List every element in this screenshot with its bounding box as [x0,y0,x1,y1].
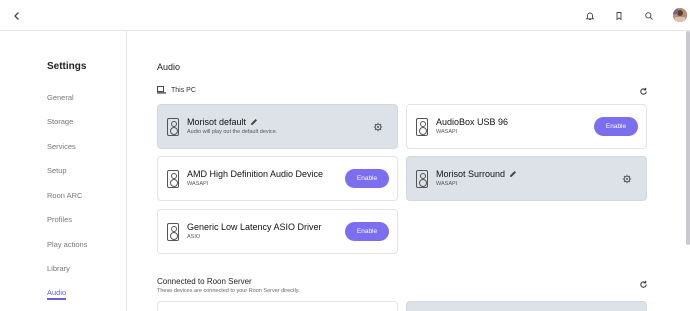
speaker-icon [416,118,428,136]
device-name-row: Morisot Surround [436,169,517,179]
device-subtitle: ASIO [187,234,201,240]
speaker-icon [167,223,179,241]
gear-icon[interactable] [622,174,632,184]
enable-button[interactable]: Enable [345,169,389,188]
device-name: Generic Low Latency ASIO Driver [187,222,322,232]
sidebar-item-general[interactable]: General [47,93,74,102]
gear-icon[interactable] [373,122,383,132]
pc-icon [157,86,166,94]
avatar[interactable] [673,8,687,22]
notifications-button[interactable] [582,8,598,24]
enable-button[interactable]: Enable [594,117,638,136]
bookmarks-button[interactable] [611,8,627,24]
sidebar-item-services[interactable]: Services [47,142,76,151]
device-subtitle: Audio will play out the default device. [187,129,278,135]
device-card-generic-asio[interactable]: Generic Low Latency ASIO Driver ASIO Ena… [157,209,398,254]
speaker-icon [416,170,428,188]
search-icon [645,12,653,20]
page-title: Audio [157,62,181,72]
device-subtitle: WASAPI [436,181,458,187]
device-name: AudioBox USB 96 [436,117,509,127]
bookmark-icon [616,12,622,21]
search-button[interactable] [641,8,657,24]
server-section-title: Connected to Roon Server [157,277,252,286]
device-subtitle: WASAPI [187,181,209,187]
server-device-card[interactable] [406,301,647,311]
sidebar-item-play-actions[interactable]: Play actions [47,240,87,249]
speaker-icon [167,170,179,188]
sidebar-item-profiles[interactable]: Profiles [47,215,72,224]
enable-button[interactable]: Enable [345,222,389,241]
sidebar-title: Settings [47,61,87,72]
device-card-morisot-default[interactable]: Morisot default Audio will play out the … [157,104,398,149]
device-name-row: Morisot default [187,117,258,127]
sidebar-item-roon-arc[interactable]: Roon ARC [47,191,82,200]
device-card-morisot-surround[interactable]: Morisot Surround WASAPI [406,156,647,201]
device-name: Morisot default [187,117,247,127]
server-device-card[interactable] [157,301,398,311]
device-name: AMD High Definition Audio Device [187,169,324,179]
device-subtitle: WASAPI [436,129,458,135]
refresh-icon[interactable] [639,280,648,289]
chevron-left-icon [14,12,19,20]
sidebar-item-library[interactable]: Library [47,264,70,273]
speaker-icon [167,118,179,136]
active-indicator [47,298,66,300]
refresh-icon[interactable] [639,87,648,96]
scrollbar[interactable] [686,31,690,245]
settings-sidebar: Settings General Storage Services Setup … [0,31,127,311]
this-pc-header: This PC [157,86,196,94]
sidebar-item-setup[interactable]: Setup [47,166,67,175]
server-section-subtitle: These devices are connected to your Roon… [157,288,300,294]
device-card-amd-hd-audio[interactable]: AMD High Definition Audio Device WASAPI … [157,156,398,201]
sidebar-item-audio[interactable]: Audio [47,288,66,297]
device-card-audiobox[interactable]: AudioBox USB 96 WASAPI Enable [406,104,647,149]
sidebar-item-storage[interactable]: Storage [47,117,73,126]
bell-icon [585,12,595,21]
back-button[interactable] [9,8,25,24]
pencil-icon[interactable] [250,118,258,126]
this-pc-label: This PC [171,86,196,94]
pencil-icon[interactable] [509,170,517,178]
device-name: Morisot Surround [436,169,506,179]
top-bar [0,0,690,31]
